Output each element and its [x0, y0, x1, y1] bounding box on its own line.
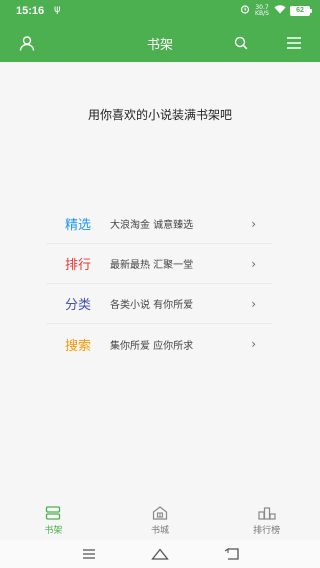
bottom-tab-bar: 书架 书城 排行榜	[0, 506, 320, 540]
bookstore-icon	[152, 506, 168, 520]
search-icon	[234, 36, 248, 50]
home-icon	[151, 548, 169, 560]
tab-ranking-label: 排行榜	[253, 526, 281, 536]
page-title: 书架	[146, 38, 173, 53]
menu-item-label: 精选	[64, 218, 91, 233]
tab-bookstore-label: 书城	[151, 526, 170, 536]
menu-item-description: 大浪淘金 诚意臻选	[110, 220, 194, 231]
menu-item-label: 排行	[64, 258, 91, 273]
back-icon	[224, 548, 239, 560]
nav-menu-button[interactable]	[77, 544, 101, 564]
tab-bookshelf[interactable]: 书架	[0, 506, 107, 540]
app-header: 书架	[0, 24, 320, 62]
bookshelf-icon	[46, 506, 61, 520]
chevron-right-icon: ›	[251, 217, 256, 231]
menu-button[interactable]	[282, 31, 306, 55]
menu-item-description: 集你所爱 应你所求	[110, 340, 194, 352]
menu-item-label: 分类	[64, 298, 91, 313]
menu-item-ranking[interactable]: 排行 最新最热 汇聚一堂 ›	[46, 244, 272, 284]
status-right: 30.7 KB/S 62	[240, 4, 312, 17]
network-speed: 30.7 KB/S	[254, 4, 270, 17]
discover-menu: 精选 大浪淘金 诚意臻选 › 排行 最新最热 汇聚一堂 › 分类 各类小说 有你所爱 › 搜索 集你…	[46, 204, 272, 364]
wifi-icon	[274, 4, 286, 17]
menu-item-description: 最新最热 汇聚一堂	[110, 260, 194, 271]
menu-icon	[287, 37, 301, 49]
usb-icon: ψ	[54, 4, 61, 15]
status-bar: 15:16 ψ 30.7 KB/S 62	[0, 0, 320, 24]
battery-indicator: 62	[290, 5, 312, 16]
menu-item-label: 搜索	[64, 338, 91, 354]
chevron-right-icon: ›	[251, 257, 256, 271]
menu-item-featured[interactable]: 精选 大浪淘金 诚意臻选 ›	[46, 204, 272, 244]
search-button[interactable]	[229, 31, 253, 55]
tab-bookshelf-label: 书架	[44, 526, 63, 536]
nav-home-button[interactable]	[148, 544, 172, 564]
ranking-icon	[258, 507, 276, 520]
empty-shelf-prompt: 用你喜欢的小说装满书架吧	[87, 108, 232, 122]
menu-item-category[interactable]: 分类 各类小说 有你所爱 ›	[46, 284, 272, 324]
menu-item-search[interactable]: 搜索 集你所爱 应你所求 ›	[46, 324, 272, 364]
top-bar: 15:16 ψ 30.7 KB/S 62 书架	[0, 0, 320, 62]
tab-bookstore[interactable]: 书城	[107, 506, 214, 540]
network-speed-unit: KB/S	[255, 9, 269, 17]
nav-back-button[interactable]	[220, 544, 244, 564]
bookshelf-empty-state: 用你喜欢的小说装满书架吧 精选 大浪淘金 诚意臻选 › 排行 最新最热 汇聚一堂 › 分类 各…	[0, 62, 320, 506]
menu-item-description: 各类小说 有你所爱	[110, 300, 194, 311]
tab-ranking[interactable]: 排行榜	[213, 506, 320, 540]
system-nav-bar	[0, 540, 320, 568]
nav-menu-icon	[83, 549, 95, 559]
chevron-right-icon: ›	[251, 337, 256, 351]
alarm-icon	[240, 4, 250, 17]
status-time: 15:16	[16, 5, 45, 17]
chevron-right-icon: ›	[251, 297, 256, 311]
